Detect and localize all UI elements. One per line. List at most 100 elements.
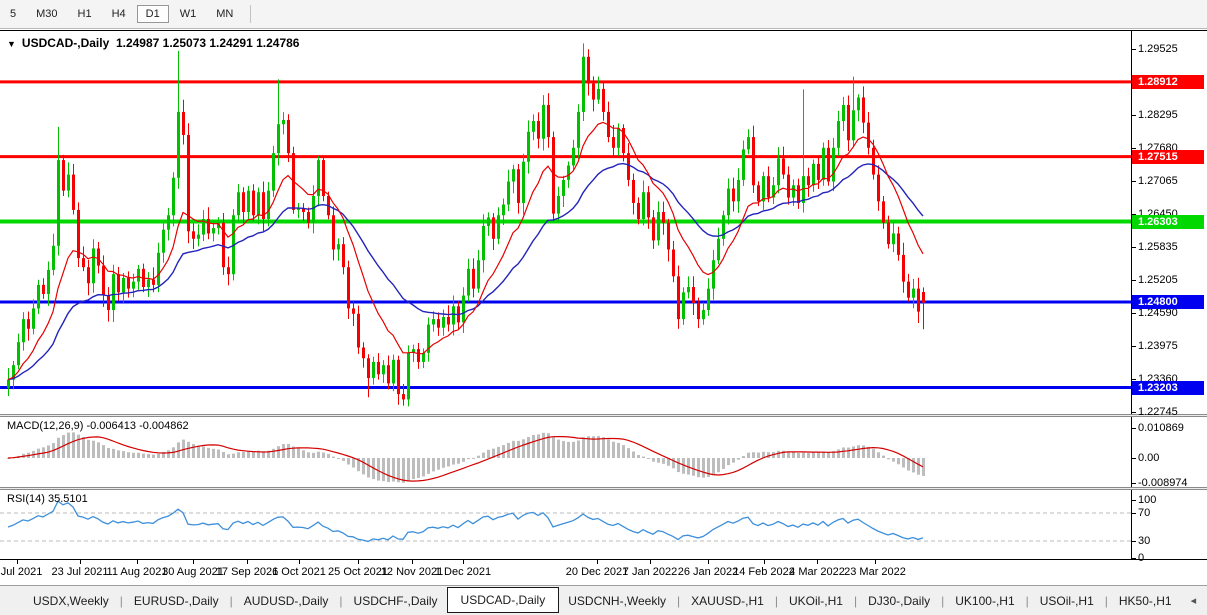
macd-bar: [242, 452, 245, 458]
candle-body: [557, 196, 560, 214]
macd-bar: [862, 445, 865, 458]
rsi-tick-label: 30: [1138, 535, 1150, 547]
timeframe-button-5[interactable]: 5: [1, 5, 25, 23]
macd-bar: [112, 449, 115, 458]
tab-usdx-weekly[interactable]: USDX,Weekly: [24, 590, 118, 612]
candle-body: [752, 137, 755, 185]
date-tick-mark: [708, 560, 709, 564]
candle-body: [702, 310, 705, 319]
macd-bar: [652, 458, 655, 462]
tab-separator: |: [337, 594, 344, 608]
date-tick-label: 6 Oct 2021: [272, 566, 326, 578]
candle-body: [832, 148, 835, 182]
macd-bar: [322, 452, 325, 458]
macd-bar: [127, 452, 130, 458]
rsi-panel-canvas[interactable]: [0, 490, 1131, 559]
macd-bar: [632, 452, 635, 458]
symbol-tab-bar: USDX,Weekly|EURUSD-,Daily|AUDUSD-,Daily|…: [0, 585, 1207, 615]
candle-body: [272, 153, 275, 190]
tab-eurusd-daily[interactable]: EURUSD-,Daily: [125, 590, 228, 612]
rsi-tick-label: 100: [1138, 494, 1156, 506]
macd-bar: [67, 433, 70, 458]
macd-bar: [902, 458, 905, 467]
candle-body: [542, 105, 545, 139]
tab-separator: |: [939, 594, 946, 608]
price-tick-label: 1.25835: [1138, 241, 1178, 253]
macd-bar: [852, 446, 855, 458]
macd-bar: [872, 449, 875, 458]
timeframe-button-d1[interactable]: D1: [137, 5, 169, 23]
tab-usdchf-daily[interactable]: USDCHF-,Daily: [345, 590, 447, 612]
macd-bar: [542, 433, 545, 458]
macd-tick-mark: [1131, 458, 1136, 459]
candle-body: [857, 97, 860, 110]
macd-bar: [522, 439, 525, 458]
candle-body: [592, 84, 595, 100]
main-chart-canvas[interactable]: [0, 30, 1131, 414]
macd-bar: [637, 455, 640, 458]
macd-bar: [747, 453, 750, 458]
macd-bar: [167, 450, 170, 458]
macd-bar: [842, 447, 845, 458]
timeframe-button-mn[interactable]: MN: [207, 5, 242, 23]
macd-bar: [307, 452, 310, 458]
macd-bar: [792, 452, 795, 458]
candle-body: [872, 148, 875, 175]
tab-xauusd-h1[interactable]: XAUUSD-,H1: [682, 590, 773, 612]
tab-usdcnh-weekly[interactable]: USDCNH-,Weekly: [559, 590, 675, 612]
timeframe-button-h4[interactable]: H4: [103, 5, 135, 23]
symbol-dropdown-icon[interactable]: ▼: [7, 39, 16, 49]
tab-separator: |: [228, 594, 235, 608]
date-tick-mark: [299, 560, 300, 564]
tab-usdcad-daily[interactable]: USDCAD-,Daily: [447, 587, 560, 613]
candle-body: [922, 292, 925, 303]
tab-usoil-h1[interactable]: USOil-,H1: [1031, 590, 1103, 612]
candle-body: [72, 175, 75, 210]
candle-body: [757, 185, 760, 201]
macd-bar: [612, 442, 615, 458]
date-tick-label: 14 Feb 2022: [733, 566, 795, 578]
tab-hk50-h1[interactable]: HK50-,H1: [1110, 590, 1181, 612]
candle-body: [152, 280, 155, 285]
macd-bar: [752, 452, 755, 458]
macd-bar: [157, 454, 160, 458]
candle-body: [512, 169, 515, 181]
candle-body: [462, 296, 465, 323]
candle-body: [337, 244, 340, 249]
tab-scroll-arrows[interactable]: ◂ ▸: [1191, 594, 1207, 607]
tab-separator: |: [675, 594, 682, 608]
candle-body: [207, 219, 210, 233]
date-tick-label: 17 Sep 2021: [216, 566, 278, 578]
timeframe-button-h1[interactable]: H1: [69, 5, 101, 23]
candle-body: [602, 89, 605, 112]
tab-uk100-h1[interactable]: UK100-,H1: [946, 590, 1023, 612]
chart-frame-bottom: [0, 559, 1207, 560]
price-tick-label: 1.28295: [1138, 109, 1178, 121]
candle-body: [532, 121, 535, 132]
chart-symbol-label: USDCAD-,Daily: [22, 36, 109, 50]
timeframe-button-m30[interactable]: M30: [27, 5, 66, 23]
tab-audusd-daily[interactable]: AUDUSD-,Daily: [235, 590, 338, 612]
candle-body: [572, 148, 575, 166]
tab-dj30-daily[interactable]: DJ30-,Daily: [859, 590, 939, 612]
date-tick-label: 11 Aug 2021: [107, 566, 168, 578]
candle-body: [917, 289, 920, 312]
candle-body: [372, 362, 375, 378]
macd-bar: [462, 458, 465, 462]
price-level-tag: 1.26303: [1132, 215, 1204, 229]
candle-body: [862, 97, 865, 122]
macd-bar: [622, 445, 625, 458]
candle-body: [52, 246, 55, 270]
date-tick-label: 20 Dec 2021: [566, 566, 628, 578]
macd-bar: [72, 432, 75, 458]
tab-ukoil-h1[interactable]: UKOil-,H1: [780, 590, 852, 612]
timeframe-button-w1[interactable]: W1: [171, 5, 206, 23]
candle-body: [662, 212, 665, 223]
macd-bar: [197, 446, 200, 458]
rsi-line: [8, 501, 923, 541]
macd-bar: [227, 454, 230, 458]
candle-body: [132, 282, 135, 289]
candle-body: [17, 342, 20, 365]
rsi-tick-mark: [1131, 541, 1136, 542]
macd-bar: [217, 449, 220, 458]
